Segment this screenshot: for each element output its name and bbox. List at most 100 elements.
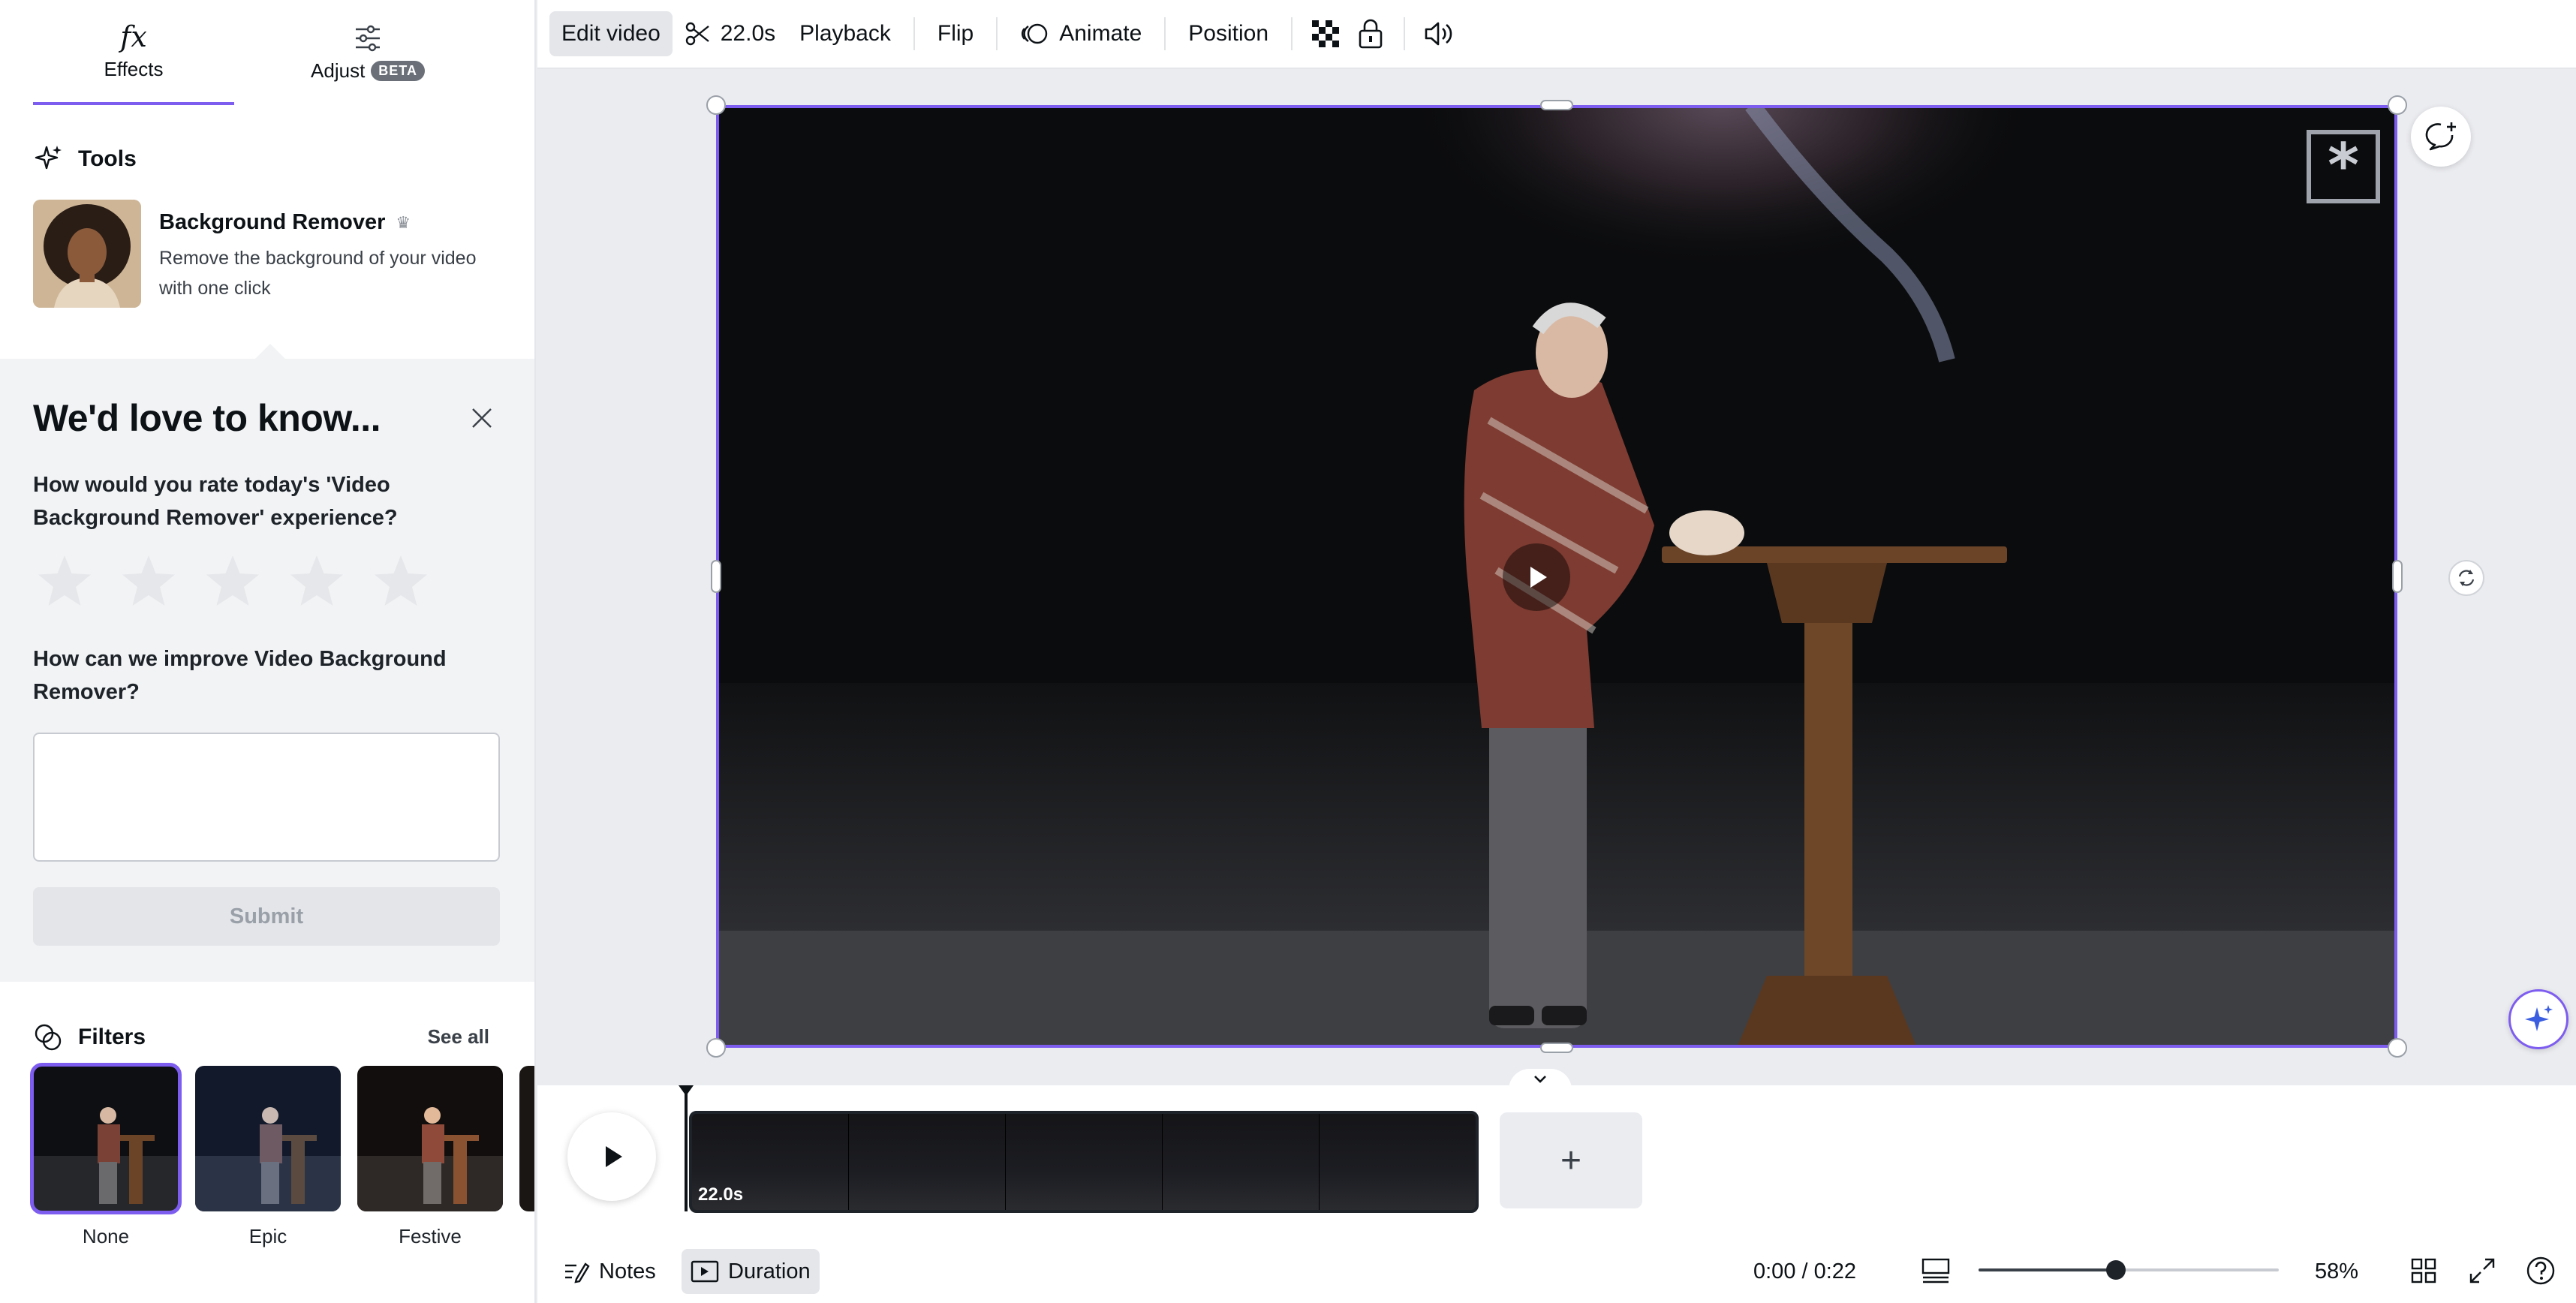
filters-icon (35, 1024, 62, 1051)
clip-frame (1006, 1114, 1163, 1210)
filter-next-partial[interactable] (519, 1066, 534, 1248)
timeline: 22.0s + (537, 1085, 2576, 1235)
add-comment-button[interactable] (2411, 107, 2471, 167)
filter-label: None (82, 1225, 130, 1247)
star-icon[interactable] (33, 551, 96, 614)
sliders-icon (356, 25, 380, 51)
video-preview[interactable]: * (716, 105, 2397, 1048)
duration-icon (691, 1260, 719, 1283)
position-button[interactable]: Position (1176, 11, 1280, 56)
resize-handle-top[interactable] (1540, 100, 1573, 110)
zoom-slider[interactable] (1979, 1260, 2279, 1280)
see-all-link[interactable]: See all (428, 1025, 489, 1049)
rating-question: How would you rate today's 'Video Backgr… (33, 473, 398, 530)
resize-handle-bottom-left[interactable] (706, 1038, 726, 1058)
toolbar-divider (996, 17, 998, 50)
filter-none[interactable]: None (30, 1063, 182, 1248)
help-icon[interactable] (2522, 1252, 2559, 1289)
fx-icon: fx (120, 20, 147, 53)
filters-heading-label: Filters (78, 1025, 146, 1049)
flip-button[interactable]: Flip (925, 11, 986, 56)
playback-button[interactable]: Playback (787, 11, 903, 56)
volume-icon[interactable] (1416, 11, 1461, 56)
feedback-title: We'd love to know... (33, 397, 381, 439)
fullscreen-icon[interactable] (2463, 1252, 2501, 1289)
tab-effects-label: Effects (104, 57, 164, 80)
animate-button[interactable]: Animate (1008, 11, 1154, 56)
feedback-pointer (255, 344, 285, 359)
feedback-card: We'd love to know... How would you rate … (0, 344, 534, 982)
top-toolbar: Edit video 22.0s Playback Flip Animate P… (537, 0, 2576, 69)
trim-duration-label: 22.0s (720, 21, 776, 46)
lock-icon[interactable] (1348, 11, 1393, 56)
submit-button[interactable]: Submit (33, 887, 500, 946)
animate-label: Animate (1059, 21, 1142, 46)
resize-handle-top-right[interactable] (2388, 95, 2407, 115)
star-icon[interactable] (369, 551, 432, 614)
scissors-icon (685, 22, 709, 46)
toolbar-divider (913, 17, 915, 50)
play-overlay-button[interactable] (1503, 543, 1570, 611)
trim-button[interactable]: 22.0s (673, 11, 787, 56)
filters-heading: Filters (33, 1022, 146, 1052)
star-icon[interactable] (201, 551, 264, 614)
resize-handle-left[interactable] (711, 560, 721, 593)
clip-duration: 22.0s (698, 1184, 744, 1205)
notes-icon (565, 1262, 590, 1283)
resize-handle-bottom[interactable] (1540, 1043, 1573, 1053)
zoom-slider-fill (1979, 1268, 2117, 1271)
filter-festive[interactable]: Festive (357, 1066, 503, 1248)
star-rating (33, 551, 432, 614)
filter-thumbnail (357, 1066, 503, 1211)
tab-adjust-label: Adjust (311, 59, 366, 82)
magic-assistant-button[interactable] (2508, 989, 2568, 1049)
video-clip-track[interactable]: 22.0s (689, 1111, 1479, 1213)
play-button[interactable] (567, 1112, 656, 1201)
edit-video-label: Edit video (561, 21, 661, 46)
canvas-area: * (537, 71, 2576, 1090)
filter-thumbnail (30, 1063, 182, 1214)
svg-text:*: * (2328, 131, 2359, 200)
edit-video-button[interactable]: Edit video (549, 11, 673, 56)
filter-thumbnail (195, 1066, 341, 1211)
animate-icon (1022, 23, 1048, 44)
rotate-icon (2458, 570, 2475, 586)
zoom-slider-knob[interactable] (2106, 1260, 2126, 1280)
playback-time: 0:00 / 0:22 (1753, 1259, 1857, 1283)
side-panel: fx Effects Adjust BETA Tools Background … (0, 0, 536, 1303)
clip-frame (1320, 1114, 1476, 1210)
comment-plus-icon (2425, 122, 2456, 151)
tab-adjust[interactable]: Adjust BETA (285, 0, 450, 105)
play-icon (1530, 567, 1547, 588)
star-icon[interactable] (117, 551, 180, 614)
crown-icon: ♛ (396, 212, 411, 232)
tab-effects[interactable]: fx Effects (33, 0, 234, 105)
close-icon[interactable] (465, 404, 498, 437)
tools-heading: Tools (33, 144, 137, 174)
background-remover-title-text: Background Remover (159, 210, 386, 234)
zoom-level[interactable]: 58% (2315, 1259, 2358, 1284)
resize-handle-bottom-right[interactable] (2388, 1038, 2407, 1058)
background-remover-tool[interactable]: Background Remover ♛ Remove the backgrou… (33, 200, 513, 312)
resize-handle-top-left[interactable] (706, 95, 726, 115)
add-clip-button[interactable]: + (1500, 1112, 1642, 1208)
background-remover-title: Background Remover ♛ (159, 210, 411, 235)
grid-view-icon[interactable] (2405, 1252, 2442, 1289)
background-remover-thumbnail (33, 200, 141, 308)
feedback-textarea[interactable] (33, 733, 500, 862)
star-icon[interactable] (285, 551, 348, 614)
filter-epic[interactable]: Epic (195, 1066, 341, 1248)
page-view-icon[interactable] (1917, 1252, 1955, 1289)
duration-button[interactable]: Duration (682, 1249, 820, 1294)
chevron-down-icon (1534, 1076, 1546, 1083)
transparency-icon[interactable] (1303, 11, 1348, 56)
play-icon (606, 1146, 622, 1167)
toolbar-divider (1291, 17, 1293, 50)
beta-badge: BETA (371, 60, 425, 81)
notes-button[interactable]: Notes (554, 1249, 665, 1294)
flip-label: Flip (937, 21, 974, 46)
rotate-button[interactable] (2448, 560, 2484, 596)
filter-label: Epic (248, 1225, 287, 1247)
resize-handle-right[interactable] (2392, 560, 2403, 593)
playhead[interactable] (679, 1085, 694, 1211)
